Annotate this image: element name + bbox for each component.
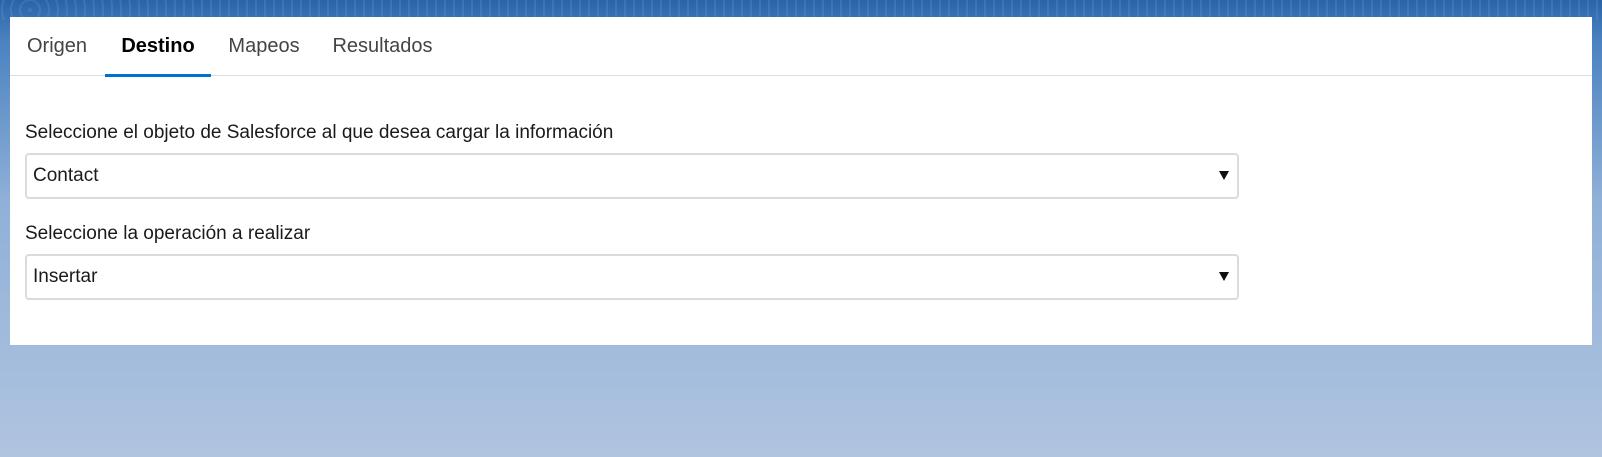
- tab-destino[interactable]: Destino: [105, 17, 211, 77]
- wizard-card: Origen Destino Mapeos Resultados Selecci…: [10, 17, 1592, 345]
- tab-bar: Origen Destino Mapeos Resultados: [10, 17, 1592, 77]
- caret-down-icon: [1219, 171, 1229, 180]
- caret-down-icon: [1219, 272, 1229, 281]
- active-tab-indicator: [105, 74, 211, 77]
- tab-label: Resultados: [332, 35, 433, 57]
- operation-select-value: Insertar: [33, 266, 98, 287]
- tab-origen[interactable]: Origen: [10, 17, 104, 76]
- tab-mapeos[interactable]: Mapeos: [211, 17, 317, 76]
- object-select[interactable]: Contact: [25, 153, 1239, 199]
- object-select-value: Contact: [33, 165, 99, 186]
- operation-select[interactable]: Insertar: [25, 254, 1239, 300]
- object-select-label: Seleccione el objeto de Salesforce al qu…: [25, 122, 614, 143]
- tab-label: Destino: [121, 35, 195, 57]
- tab-label: Origen: [26, 35, 88, 57]
- operation-select-label: Seleccione la operación a realizar: [25, 223, 311, 244]
- tab-label: Mapeos: [228, 35, 300, 57]
- tab-resultados[interactable]: Resultados: [317, 17, 448, 76]
